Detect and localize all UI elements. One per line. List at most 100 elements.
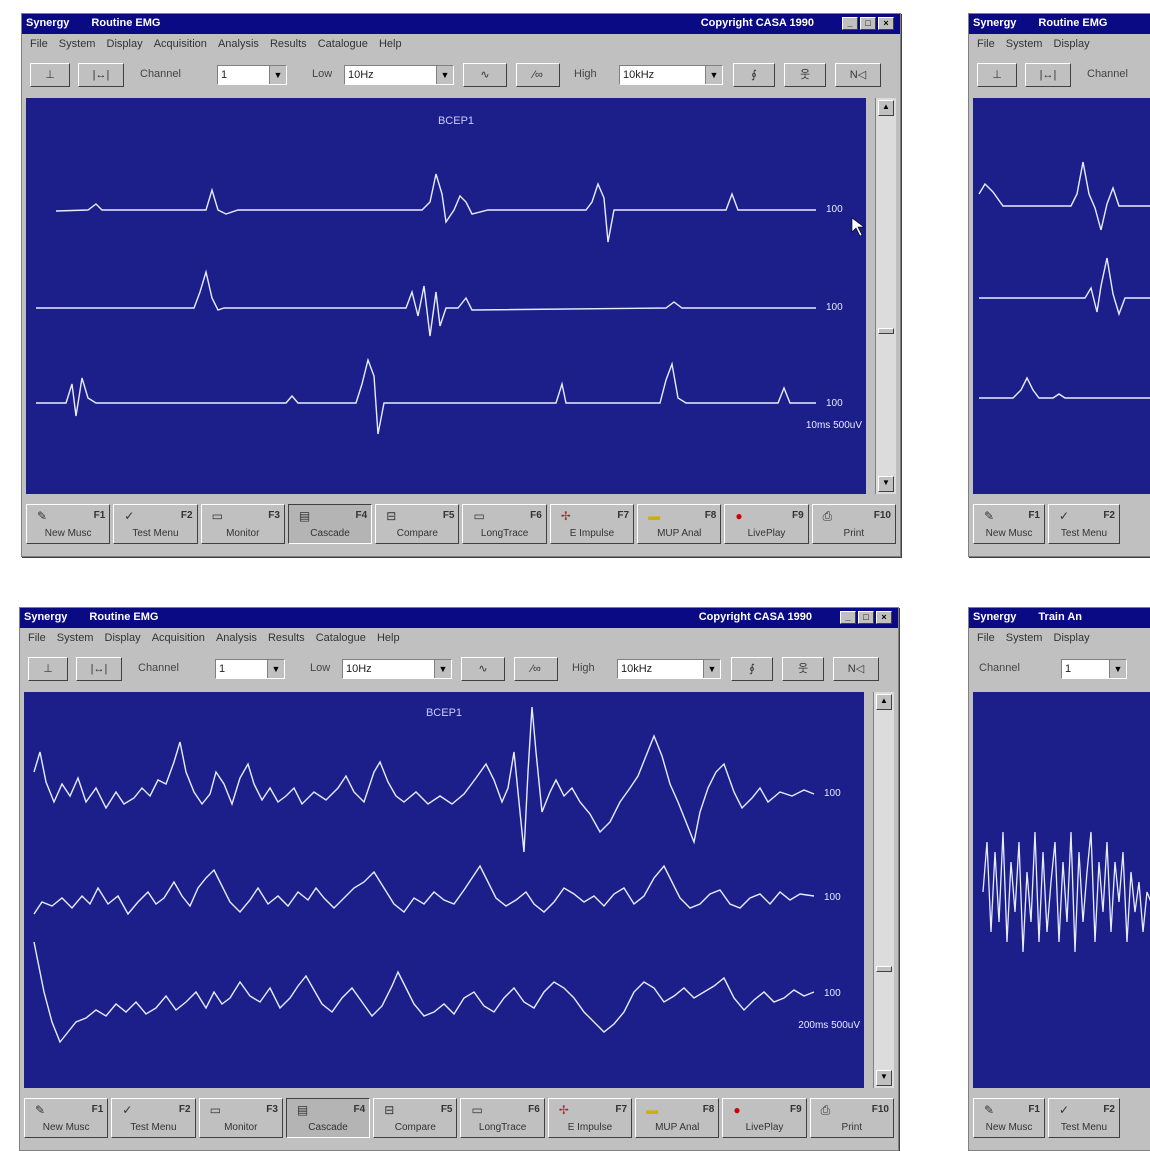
menu-display[interactable]: Display xyxy=(105,632,141,644)
fkey-monitor[interactable]: ▭ F3 Monitor xyxy=(198,1098,283,1138)
low-filter-value: 10Hz xyxy=(346,663,372,675)
fkey-key: F4 xyxy=(355,510,368,521)
person-icon[interactable]: 웃 xyxy=(782,657,824,681)
measure-icon[interactable]: ⁄∞ xyxy=(514,657,558,681)
fkey-print[interactable]: ⎙ F10 Print xyxy=(809,1098,894,1138)
menu-file[interactable]: File xyxy=(28,632,46,644)
fkey-liveplay[interactable]: ● F9 LivePlay xyxy=(724,504,809,544)
menu-system[interactable]: System xyxy=(1006,38,1043,50)
vertical-scrollbar[interactable]: ▲ ▼ xyxy=(875,98,896,494)
function-key-bar: ✎ F1 New Musc ✓ F2 Test Menu xyxy=(973,504,1150,544)
channel-select[interactable]: 1 ▼ xyxy=(217,65,287,85)
trace-label-3: 100 xyxy=(824,988,841,999)
filter-icon[interactable]: ∮ xyxy=(733,63,775,87)
scroll-up-icon[interactable]: ▲ xyxy=(878,100,894,116)
scroll-thumb[interactable] xyxy=(878,328,894,334)
channel-label: Channel xyxy=(138,662,179,674)
vertical-scrollbar[interactable]: ▲ ▼ xyxy=(873,692,894,1088)
minimize-button[interactable]: _ xyxy=(840,611,856,624)
maximize-button[interactable]: □ xyxy=(860,17,876,30)
channel-select[interactable]: 1 ▼ xyxy=(1061,659,1127,679)
scroll-thumb[interactable] xyxy=(876,966,892,972)
menu-system[interactable]: System xyxy=(59,38,96,50)
fkey-e-impulse[interactable]: ✢ F7 E Impulse xyxy=(549,504,635,544)
trace-label-3: 100 xyxy=(826,398,843,409)
horizontal-span-icon[interactable]: |↔| xyxy=(76,657,122,681)
horizontal-span-icon[interactable]: |↔| xyxy=(1025,63,1071,87)
menu-help[interactable]: Help xyxy=(377,632,400,644)
menu-file[interactable]: File xyxy=(30,38,48,50)
menu-analysis[interactable]: Analysis xyxy=(218,38,259,50)
stimulator-icon[interactable]: N◁ xyxy=(833,657,879,681)
menu-display[interactable]: Display xyxy=(107,38,143,50)
menu-file[interactable]: File xyxy=(977,632,995,644)
menu-acquisition[interactable]: Acquisition xyxy=(152,632,205,644)
vertical-gain-icon[interactable]: ⊥ xyxy=(977,63,1017,87)
fkey-new-musc[interactable]: ✎ F1 New Musc xyxy=(973,1098,1045,1138)
low-filter-value: 10Hz xyxy=(348,69,374,81)
fkey-e-impulse[interactable]: ✢ F7 E Impulse xyxy=(547,1098,633,1138)
minimize-button[interactable]: _ xyxy=(842,17,858,30)
fkey-test-menu[interactable]: ✓ F2 Test Menu xyxy=(113,504,198,544)
close-button[interactable]: × xyxy=(878,17,894,30)
fkey-test-menu[interactable]: ✓ F2 Test Menu xyxy=(1048,1098,1120,1138)
close-button[interactable]: × xyxy=(876,611,892,624)
fkey-test-menu[interactable]: ✓ F2 Test Menu xyxy=(1048,504,1120,544)
fkey-key: F2 xyxy=(180,510,193,521)
toolbar: ⊥ |↔| Channel xyxy=(969,55,1150,95)
fkey-test-menu[interactable]: ✓ F2 Test Menu xyxy=(111,1098,196,1138)
fkey-compare[interactable]: ⊟ F5 Compare xyxy=(373,1098,458,1138)
fkey-new-musc[interactable]: ✎ F1 New Musc xyxy=(26,504,111,544)
fkey-cascade[interactable]: ▤ F4 Cascade xyxy=(287,504,373,544)
menu-results[interactable]: Results xyxy=(270,38,307,50)
channel-select[interactable]: 1 ▼ xyxy=(215,659,285,679)
test-icon: ✓ xyxy=(1059,509,1070,523)
fkey-longtrace[interactable]: ▭ F6 LongTrace xyxy=(462,504,547,544)
horizontal-span-icon[interactable]: |↔| xyxy=(78,63,124,87)
scroll-down-icon[interactable]: ▼ xyxy=(878,476,894,492)
trace-canvas xyxy=(978,161,1150,399)
vertical-gain-icon[interactable]: ⊥ xyxy=(30,63,70,87)
menu-catalogue[interactable]: Catalogue xyxy=(318,38,368,50)
scroll-down-icon[interactable]: ▼ xyxy=(876,1070,892,1086)
stimulator-icon[interactable]: N◁ xyxy=(835,63,881,87)
menu-analysis[interactable]: Analysis xyxy=(216,632,257,644)
filter-icon[interactable]: ∮ xyxy=(731,657,773,681)
scroll-up-icon[interactable]: ▲ xyxy=(876,694,892,710)
muscle-icon: ✎ xyxy=(984,509,995,523)
menu-acquisition[interactable]: Acquisition xyxy=(154,38,207,50)
menu-catalogue[interactable]: Catalogue xyxy=(316,632,366,644)
fkey-longtrace[interactable]: ▭ F6 LongTrace xyxy=(460,1098,545,1138)
waveform-icon[interactable]: ∿ xyxy=(461,657,505,681)
mouse-cursor-icon xyxy=(851,217,865,237)
emg-trace-3 xyxy=(33,941,815,1044)
fkey-liveplay[interactable]: ● F9 LivePlay xyxy=(722,1098,807,1138)
low-filter-select[interactable]: 10Hz ▼ xyxy=(342,659,452,679)
fkey-mup-anal[interactable]: ▬ F8 MUP Anal xyxy=(635,1098,720,1138)
menu-display[interactable]: Display xyxy=(1054,38,1090,50)
fkey-label: Test Menu xyxy=(1060,1122,1108,1133)
vertical-gain-icon[interactable]: ⊥ xyxy=(28,657,68,681)
fkey-monitor[interactable]: ▭ F3 Monitor xyxy=(200,504,285,544)
menu-system[interactable]: System xyxy=(1006,632,1043,644)
fkey-compare[interactable]: ⊟ F5 Compare xyxy=(375,504,460,544)
fkey-mup-anal[interactable]: ▬ F8 MUP Anal xyxy=(637,504,722,544)
menu-help[interactable]: Help xyxy=(379,38,402,50)
fkey-label: New Musc xyxy=(985,528,1033,539)
fkey-cascade[interactable]: ▤ F4 Cascade xyxy=(285,1098,371,1138)
high-filter-label: High xyxy=(572,662,595,674)
fkey-new-musc[interactable]: ✎ F1 New Musc xyxy=(973,504,1045,544)
fkey-new-musc[interactable]: ✎ F1 New Musc xyxy=(24,1098,109,1138)
maximize-button[interactable]: □ xyxy=(858,611,874,624)
person-icon[interactable]: 웃 xyxy=(784,63,826,87)
menu-results[interactable]: Results xyxy=(268,632,305,644)
waveform-icon[interactable]: ∿ xyxy=(463,63,507,87)
low-filter-select[interactable]: 10Hz ▼ xyxy=(344,65,454,85)
high-filter-select[interactable]: 10kHz ▼ xyxy=(617,659,721,679)
high-filter-select[interactable]: 10kHz ▼ xyxy=(619,65,723,85)
fkey-print[interactable]: ⎙ F10 Print xyxy=(811,504,896,544)
menu-file[interactable]: File xyxy=(977,38,995,50)
menu-display[interactable]: Display xyxy=(1054,632,1090,644)
menu-system[interactable]: System xyxy=(57,632,94,644)
measure-icon[interactable]: ⁄∞ xyxy=(516,63,560,87)
